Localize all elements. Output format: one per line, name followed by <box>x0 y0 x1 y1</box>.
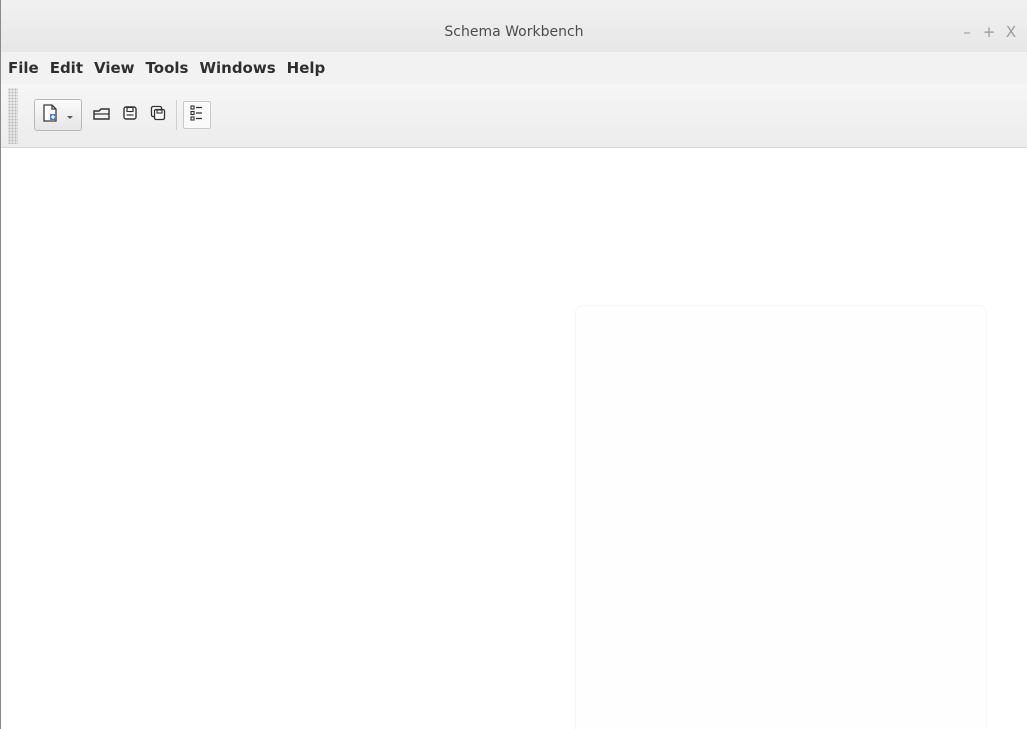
save-icon <box>122 105 138 125</box>
open-button[interactable] <box>90 101 114 129</box>
preferences-button[interactable] <box>183 101 211 129</box>
menu-file[interactable]: File <box>3 53 45 83</box>
open-folder-icon <box>93 105 111 125</box>
minimize-button[interactable]: – <box>959 22 975 42</box>
menu-edit[interactable]: Edit <box>45 53 89 83</box>
close-button[interactable]: X <box>1003 22 1019 42</box>
maximize-button[interactable]: + <box>981 22 997 42</box>
save-button[interactable] <box>118 101 142 129</box>
toolbar-grip-handle[interactable] <box>8 88 18 144</box>
title-bar[interactable]: Schema Workbench – + X <box>1 0 1027 52</box>
save-as-icon <box>150 105 166 125</box>
save-as-button[interactable] <box>146 101 170 129</box>
dropdown-arrow-icon[interactable] <box>66 106 74 125</box>
window-controls: – + X <box>959 20 1019 44</box>
menu-bar: File Edit View Tools Windows Help <box>1 52 1027 84</box>
schema-workbench-window: Schema Workbench – + X File Edit View To… <box>0 0 1027 729</box>
toolbar-buttons <box>34 97 215 133</box>
menu-view[interactable]: View <box>89 53 141 83</box>
toolbar-separator <box>176 100 177 130</box>
toolbar <box>1 84 1027 148</box>
preferences-icon <box>190 105 204 125</box>
faded-dialog-outline <box>575 305 987 729</box>
new-schema-button[interactable] <box>34 99 82 131</box>
menu-tools[interactable]: Tools <box>141 53 195 83</box>
new-file-icon <box>42 104 58 126</box>
menu-windows[interactable]: Windows <box>194 53 281 83</box>
menu-help[interactable]: Help <box>282 53 332 83</box>
window-title: Schema Workbench <box>444 24 584 40</box>
